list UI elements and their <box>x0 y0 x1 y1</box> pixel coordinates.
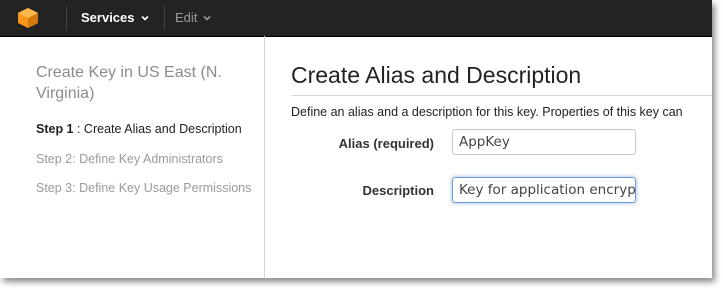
step-3-define-usage-permissions[interactable]: Step 3: Define Key Usage Permissions <box>36 181 251 195</box>
wizard-title: Create Key in US East (N. Virginia) <box>36 64 222 102</box>
step-1-create-alias[interactable]: Step 1 : Create Alias and Description <box>36 122 242 136</box>
top-navigation-bar: Services Edit <box>0 0 712 37</box>
step-1-label: : Create Alias and Description <box>73 122 242 136</box>
services-menu[interactable]: Services <box>81 0 149 36</box>
topbar-divider <box>164 6 165 30</box>
page-description: Define an alias and a description for th… <box>291 105 683 119</box>
page-title: Create Alias and Description <box>291 62 582 88</box>
alias-input[interactable]: AppKey <box>452 129 636 155</box>
edit-label: Edit <box>175 10 198 25</box>
description-input[interactable]: Key for application encryp <box>452 177 636 203</box>
chevron-down-icon <box>140 15 149 21</box>
chevron-down-icon <box>203 15 211 21</box>
wizard-sidebar: Create Key in US East (N. Virginia) Step… <box>0 36 265 278</box>
topbar-divider <box>66 6 67 30</box>
alias-label: Alias (required) <box>338 136 434 151</box>
edit-menu[interactable]: Edit <box>175 0 211 36</box>
title-divider <box>291 95 712 96</box>
description-label: Description <box>362 183 434 198</box>
console-window: Services Edit Create Key in US East (N. … <box>0 0 712 278</box>
step-1-prefix: Step 1 <box>36 122 74 136</box>
step-2-define-administrators[interactable]: Step 2: Define Key Administrators <box>36 152 223 166</box>
aws-cube-icon[interactable] <box>8 4 48 32</box>
services-label: Services <box>81 10 135 25</box>
